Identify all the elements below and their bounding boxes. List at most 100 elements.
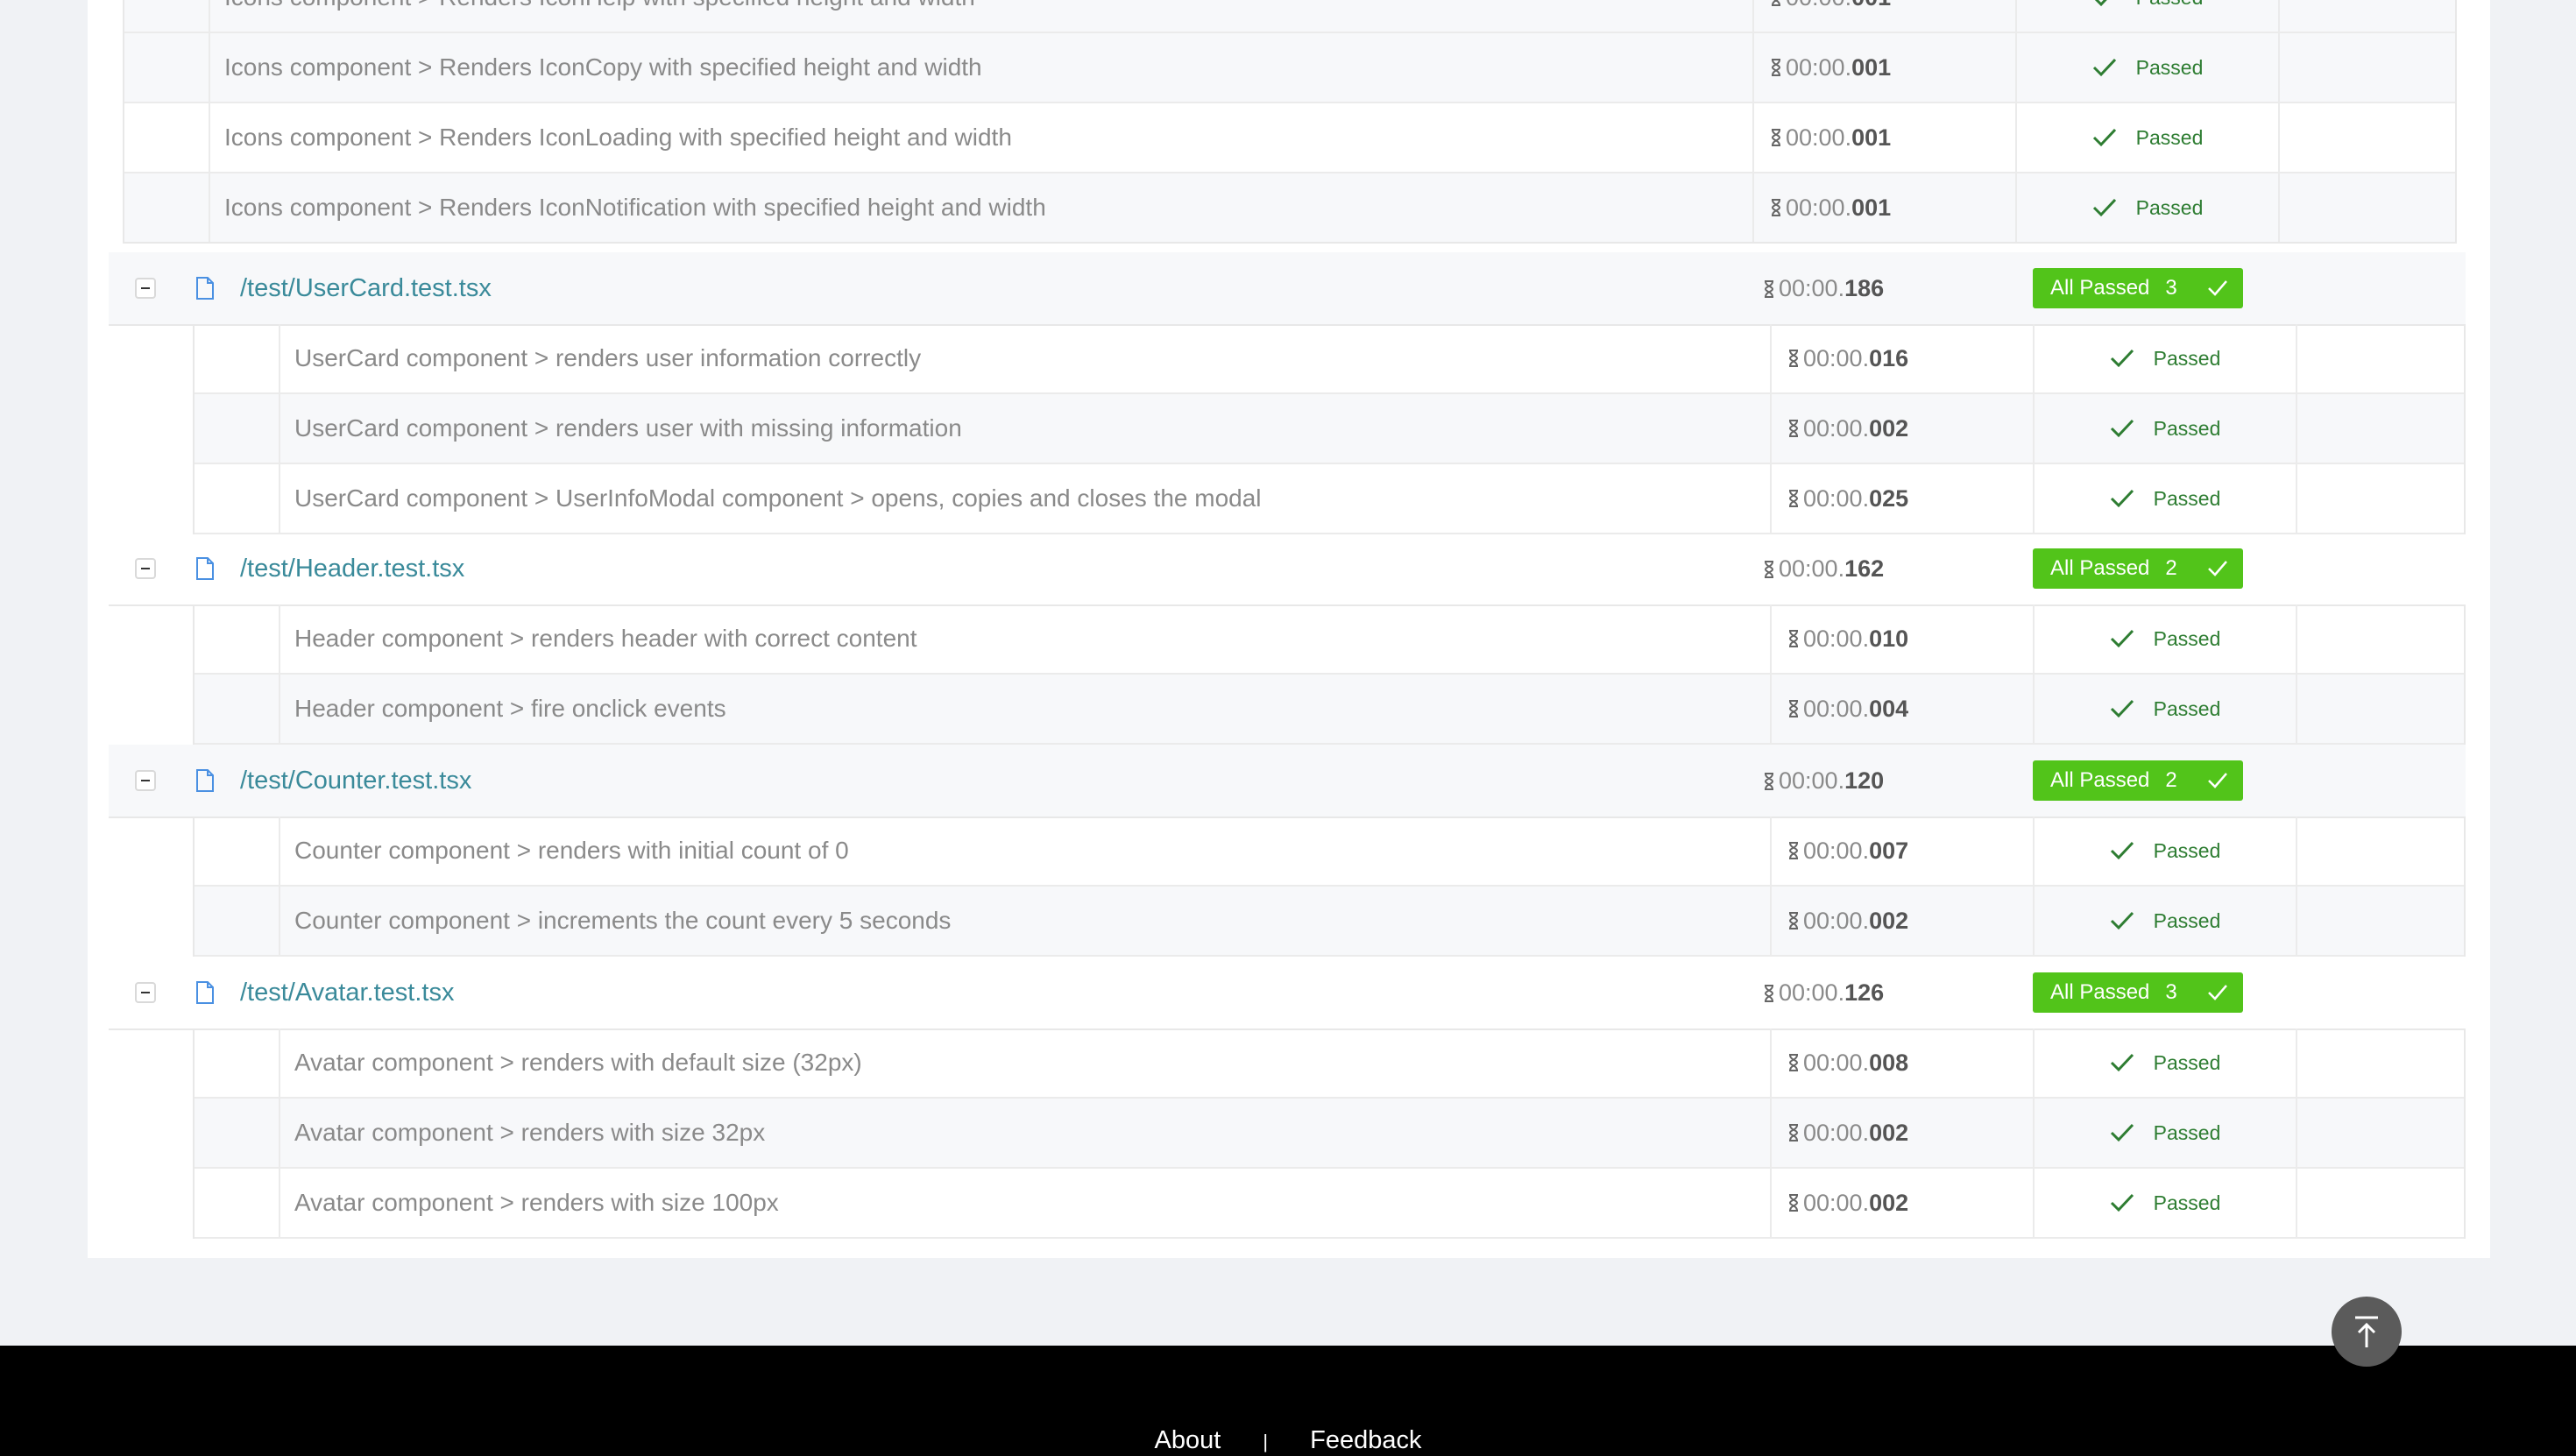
test-row: UserCard component > renders user with m… <box>195 392 2464 463</box>
test-row: Header component > renders header with c… <box>195 604 2464 673</box>
test-row: Avatar component > renders with default … <box>195 1028 2464 1097</box>
check-icon <box>2110 1053 2134 1072</box>
test-status: Passed <box>2035 675 2297 743</box>
test-status: Passed <box>2035 1169 2297 1237</box>
avatar-tests: Avatar component > renders with default … <box>109 1028 2466 1239</box>
test-row: UserCard component > renders user inform… <box>195 324 2464 392</box>
status-badge: All Passed 3 <box>2033 268 2243 308</box>
hourglass-icon <box>1771 129 1781 146</box>
hourglass-icon <box>1764 280 1774 299</box>
check-icon <box>2092 58 2116 77</box>
test-name: Avatar component > renders with size 100… <box>280 1169 1772 1237</box>
test-row: Avatar component > renders with size 100… <box>195 1167 2464 1239</box>
hourglass-icon <box>1772 0 1780 6</box>
file-path-link[interactable]: /test/UserCard.test.tsx <box>240 274 1763 303</box>
check-icon <box>2110 349 2134 368</box>
file-duration: 00:00.120 <box>1763 767 2033 795</box>
hourglass-icon <box>1788 1124 1799 1141</box>
test-name: Header component > fire onclick events <box>280 675 1772 743</box>
about-link[interactable]: About <box>1155 1426 1221 1455</box>
test-status: Passed <box>2035 394 2297 463</box>
test-status: Passed <box>2035 1099 2297 1167</box>
hourglass-icon <box>1788 1054 1799 1071</box>
header-tests: Header component > renders header with c… <box>109 604 2466 745</box>
file-path-link[interactable]: /test/Avatar.test.tsx <box>240 979 1763 1007</box>
test-duration: 00:00. 002 <box>1772 1099 2035 1167</box>
test-name: Counter component > increments the count… <box>280 887 1772 955</box>
file-duration: 00:00.126 <box>1763 979 2033 1007</box>
check-icon <box>2207 985 2227 1000</box>
check-icon <box>2092 128 2116 147</box>
test-row: Counter component > increments the count… <box>195 885 2464 957</box>
feedback-link[interactable]: Feedback <box>1310 1426 1421 1455</box>
hourglass-icon <box>1764 773 1774 791</box>
collapse-icon[interactable] <box>135 278 156 299</box>
icons-test-group: Icons component > Renders IconHelp with … <box>123 0 2457 244</box>
check-icon <box>2110 489 2134 508</box>
check-icon <box>2110 911 2134 930</box>
back-to-top-button[interactable] <box>2332 1297 2402 1367</box>
hourglass-icon <box>1788 490 1799 507</box>
test-duration: 00:00.001 <box>1754 33 2017 102</box>
file-icon <box>196 277 214 300</box>
hourglass-icon <box>1788 700 1799 717</box>
file-path-link[interactable]: /test/Counter.test.tsx <box>240 767 1763 795</box>
test-name: Icons component > Renders IconLoading wi… <box>210 103 1754 172</box>
collapse-icon[interactable] <box>135 558 156 579</box>
test-duration: 00:00. 010 <box>1772 604 2035 673</box>
test-name: Header component > renders header with c… <box>280 604 1772 673</box>
hourglass-icon <box>1788 350 1799 367</box>
test-name: Avatar component > renders with size 32p… <box>280 1099 1772 1167</box>
test-name: UserCard component > renders user inform… <box>280 324 1772 392</box>
hourglass-icon <box>1788 842 1799 859</box>
test-duration: 00:00. 002 <box>1772 887 2035 955</box>
collapse-icon[interactable] <box>135 770 156 791</box>
test-duration: 00:00. 007 <box>1772 816 2035 885</box>
test-status: Passed <box>2035 1028 2297 1097</box>
test-duration: 00:00. 002 <box>1772 1169 2035 1237</box>
test-status: Passed <box>2017 0 2280 32</box>
test-status: Passed <box>2035 887 2297 955</box>
test-duration: 00:00. 025 <box>1772 464 2035 533</box>
collapse-icon[interactable] <box>135 982 156 1003</box>
test-name: Icons component > Renders IconCopy with … <box>210 33 1754 102</box>
test-duration: 00:00.001 <box>1754 173 2017 242</box>
file-duration: 00:00.162 <box>1763 555 2033 583</box>
test-row: Header component > fire onclick events 0… <box>195 673 2464 745</box>
test-name: Icons component > Renders IconHelp with … <box>210 0 1754 32</box>
check-icon <box>2110 1193 2134 1212</box>
footer: About | Feedback <box>0 1346 2576 1456</box>
check-icon <box>2207 280 2227 296</box>
file-row-header[interactable]: /test/Header.test.tsx 00:00.162 All Pass… <box>109 533 2466 606</box>
status-badge: All Passed 3 <box>2033 972 2243 1013</box>
test-duration: 00:00. 004 <box>1772 675 2035 743</box>
test-status: Passed <box>2017 103 2280 172</box>
test-name: UserCard component > UserInfoModal compo… <box>280 464 1772 533</box>
file-icon <box>196 769 214 792</box>
hourglass-icon <box>1764 561 1774 579</box>
file-row-avatar[interactable]: /test/Avatar.test.tsx 00:00.126 All Pass… <box>109 957 2466 1030</box>
usercard-tests: UserCard component > renders user inform… <box>109 324 2466 534</box>
file-path-link[interactable]: /test/Header.test.tsx <box>240 555 1763 583</box>
file-row-usercard[interactable]: /test/UserCard.test.tsx 00:00.186 All Pa… <box>109 252 2466 326</box>
file-icon <box>196 557 214 580</box>
test-name: Counter component > renders with initial… <box>280 816 1772 885</box>
file-icon <box>196 981 214 1004</box>
hourglass-icon <box>1771 59 1781 76</box>
file-duration: 00:00.186 <box>1763 275 2033 302</box>
check-icon <box>2110 1123 2134 1142</box>
file-row-counter[interactable]: /test/Counter.test.tsx 00:00.120 All Pas… <box>109 745 2466 818</box>
test-duration: 00:00. 016 <box>1772 324 2035 392</box>
test-row: Avatar component > renders with size 32p… <box>195 1097 2464 1167</box>
check-icon <box>2110 841 2134 860</box>
test-row: Icons component > Renders IconCopy with … <box>124 32 2455 102</box>
check-icon <box>2094 0 2107 7</box>
test-row: UserCard component > UserInfoModal compo… <box>195 463 2464 534</box>
status-badge: All Passed 2 <box>2033 760 2243 801</box>
test-row: Icons component > Renders IconNotificati… <box>124 172 2455 242</box>
hourglass-icon <box>1764 985 1774 1003</box>
hourglass-icon <box>1788 912 1799 929</box>
test-status: Passed <box>2035 464 2297 533</box>
test-row: Icons component > Renders IconLoading wi… <box>124 102 2455 172</box>
back-to-top-icon <box>2355 1316 2378 1347</box>
